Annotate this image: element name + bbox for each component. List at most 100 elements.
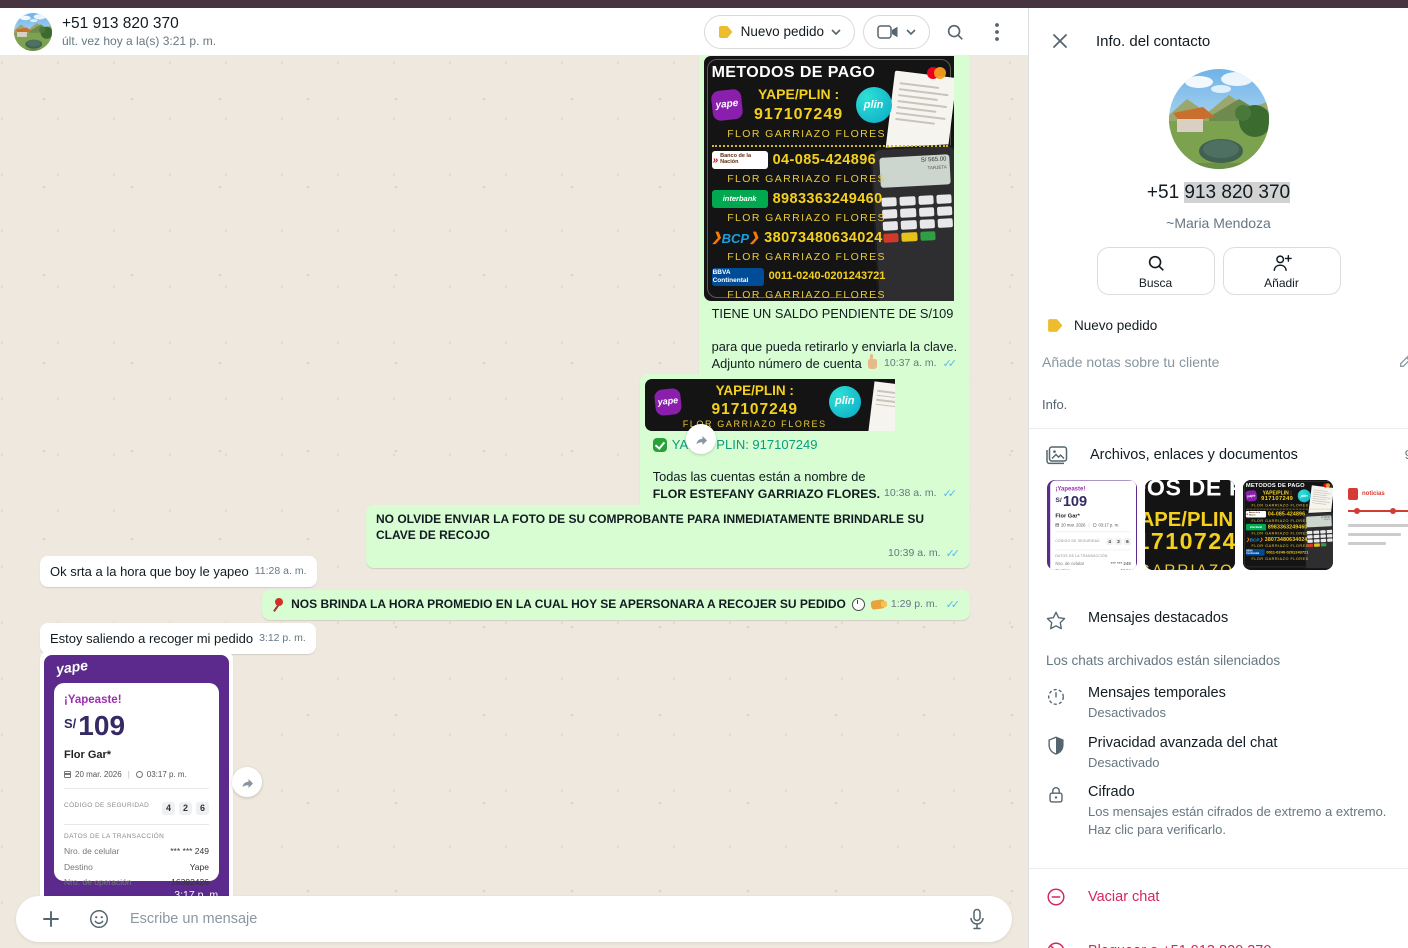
interbank-logo: interbank — [712, 190, 768, 208]
contact-header-meta[interactable]: +51 913 820 370 últ. vez hoy a la(s) 3:2… — [62, 15, 694, 48]
message-text: TIENE UN SALDO PENDIENTE DE S/109 — [712, 306, 957, 323]
payment-methods-poster: S/ 565.00TARJETA METODOS DE PAGO yape — [1243, 480, 1333, 568]
mastercard-icon — [1323, 483, 1330, 487]
contact-push-name: ~Maria Mendoza — [1029, 215, 1408, 231]
pointing-up-emoji — [868, 359, 877, 369]
star-icon — [1045, 610, 1067, 631]
handshake-emoji — [870, 599, 885, 610]
mic-button[interactable] — [960, 902, 994, 936]
microphone-icon — [967, 908, 987, 930]
bcp-logo: ❯BCP❯ — [1246, 537, 1263, 542]
read-receipt-icon: ✓✓ — [943, 487, 957, 502]
chat-menu-button[interactable] — [980, 15, 1014, 49]
lock-icon — [1045, 784, 1067, 806]
order-status-label: Nuevo pedido — [741, 24, 824, 39]
read-receipt-icon: ✓✓ — [943, 357, 957, 372]
message-text: NOS BRINDA LA HORA PROMEDIO EN LA CUAL H… — [291, 597, 846, 613]
forward-arrow-icon — [692, 430, 710, 448]
shield-icon — [1045, 735, 1067, 757]
clock-icon — [136, 771, 143, 778]
poster-title: METODOS DE PAGO — [712, 62, 876, 83]
customer-notes-field[interactable]: Añade notas sobre tu cliente — [1029, 333, 1408, 370]
forward-message-button[interactable] — [232, 767, 262, 797]
bcp-logo: ❯BCP❯ — [712, 230, 760, 247]
message-incoming-yape-receipt[interactable]: yape ¡Yapeaste! S/ 109 Flor Gar* 20 mar.… — [40, 651, 233, 911]
message-time: 10:39 a. m. — [888, 547, 941, 561]
archived-note: Los chats archivados están silenciados — [1029, 631, 1408, 672]
message-list[interactable]: S/ 565.00TARJETA METODOS DE PAGO yape — [0, 55, 1028, 948]
contact-avatar-large[interactable] — [1169, 69, 1269, 169]
progress-line — [1348, 510, 1408, 512]
message-time: 10:37 a. m. — [884, 357, 937, 371]
security-code: 426 — [1104, 536, 1131, 545]
message-incoming-leaving[interactable]: Estoy saliendo a recoger mi pedido 3:12 … — [40, 623, 316, 654]
add-contact-button[interactable]: Añadir — [1223, 247, 1341, 295]
account-owner: FLOR GARRIAZO FLORES — [1246, 531, 1331, 535]
media-thumbnail-payment-methods[interactable]: S/ 565.00TARJETA METODOS DE PAGO yape — [1243, 480, 1333, 570]
block-contact-button[interactable]: Bloquear a +51 913 820 370 — [1029, 914, 1408, 948]
composer: Escribe un mensaje — [0, 891, 1028, 948]
clear-chat-button[interactable]: Vaciar chat — [1029, 869, 1408, 914]
message-input-pill[interactable]: Escribe un mensaje — [16, 896, 1012, 942]
receipt-amount: 109 — [1063, 494, 1087, 509]
calendar-icon — [1055, 523, 1059, 527]
close-panel-button[interactable] — [1048, 29, 1072, 53]
message-outgoing-payment-methods[interactable]: S/ 565.00TARJETA METODOS DE PAGO yape — [699, 55, 970, 385]
media-thumbnail-news[interactable]: noticias — [1341, 480, 1408, 570]
clock-icon — [1093, 523, 1097, 527]
message-outgoing-pickup-time[interactable]: NOS BRINDA LA HORA PROMEDIO EN LA CUAL H… — [262, 590, 970, 620]
payment-methods-poster: S/ 565.00TARJETA METODOS DE PAGO yape — [1145, 480, 1235, 570]
minus-circle-icon — [1045, 886, 1067, 908]
selected-phone-text: 913 820 370 — [1184, 182, 1290, 203]
message-text: Estoy saliendo a recoger mi pedido — [50, 630, 253, 647]
order-label-row[interactable]: Nuevo pedido — [1029, 295, 1408, 333]
order-status-button[interactable]: Nuevo pedido — [704, 15, 855, 49]
contact-name[interactable]: +51 913 820 370 — [62, 15, 694, 33]
yape-receipt-image: yape ¡Yapeaste! S/ 109 Flor Gar* 20 mar.… — [44, 655, 229, 907]
message-input[interactable]: Escribe un mensaje — [130, 911, 946, 927]
emoji-button[interactable] — [82, 902, 116, 936]
video-call-button[interactable] — [863, 15, 930, 49]
plus-icon — [41, 909, 61, 929]
media-thumbnails: yape ¡Yapeaste! S/ 109 Flor Gar* 20 mar.… — [1029, 476, 1408, 586]
payment-methods-image[interactable]: S/ 565.00TARJETA METODOS DE PAGO yape — [704, 56, 965, 301]
close-icon — [1052, 33, 1068, 49]
forward-arrow-icon — [238, 773, 256, 791]
chat-column: +51 913 820 370 últ. vez hoy a la(s) 3:2… — [0, 8, 1028, 948]
forward-message-button[interactable] — [686, 424, 716, 454]
receipt-payee: Flor Gar* — [64, 748, 209, 763]
media-icon — [1045, 444, 1069, 466]
pushpin-emoji — [272, 598, 285, 611]
yape-app-icon: yape — [710, 88, 743, 121]
media-thumbnail-yape-plin[interactable]: S/ 565.00TARJETA METODOS DE PAGO yape — [1145, 480, 1235, 570]
media-links-docs-row[interactable]: Archivos, enlaces y documentos 9 — [1029, 429, 1408, 476]
yape-receipt-image: yape ¡Yapeaste! S/ 109 Flor Gar* 20 mar.… — [1047, 480, 1137, 570]
last-seen-status: últ. vez hoy a la(s) 3:21 p. m. — [62, 34, 694, 48]
poster-title: METODOS DE PAGO — [1246, 482, 1305, 488]
advanced-privacy-row[interactable]: Privacidad avanzada del chat Desactivado — [1029, 722, 1408, 772]
account-owner: FLOR GARRIAZO FLORES — [712, 289, 948, 302]
disappearing-messages-row[interactable]: Mensajes temporales Desactivados — [1029, 672, 1408, 722]
news-icon — [1348, 488, 1358, 500]
starred-messages-row[interactable]: Mensajes destacados — [1029, 586, 1408, 631]
message-outgoing-reminder[interactable]: NO OLVIDE ENVIAR LA FOTO DE SU COMPROBAN… — [366, 505, 970, 568]
message-incoming-ok[interactable]: Ok srta a la hora que boy le yapeo 11:28… — [40, 556, 317, 587]
contact-avatar[interactable] — [14, 13, 52, 51]
account-owner: FLOR GARRIAZO FLORES — [1246, 519, 1331, 523]
window-top-strip — [0, 0, 1408, 8]
encryption-row[interactable]: Cifrado Los mensajes están cifrados de e… — [1029, 771, 1408, 838]
yape-plin-image[interactable]: yape YAPE/PLIN : 917107249 plin FLOR GAR… — [645, 379, 965, 431]
panel-title: Info. del contacto — [1096, 33, 1210, 50]
message-text: Adjunto número de cuenta — [712, 356, 862, 373]
info-section-label: Info. — [1029, 370, 1408, 412]
plin-logo: plin — [856, 87, 892, 123]
search-contact-button[interactable]: Busca — [1097, 247, 1215, 295]
yape-logo: yape — [55, 656, 89, 679]
search-in-chat-button[interactable] — [938, 15, 972, 49]
kebab-menu-icon — [995, 23, 999, 41]
contact-phone[interactable]: +51 913 820 370 — [1029, 182, 1408, 204]
media-thumbnail-receipt[interactable]: yape ¡Yapeaste! S/ 109 Flor Gar* 20 mar.… — [1047, 480, 1137, 570]
attach-button[interactable] — [34, 902, 68, 936]
account-owner: FLOR GARRIAZO FLORES — [712, 173, 948, 187]
check-mark-emoji — [653, 438, 667, 452]
